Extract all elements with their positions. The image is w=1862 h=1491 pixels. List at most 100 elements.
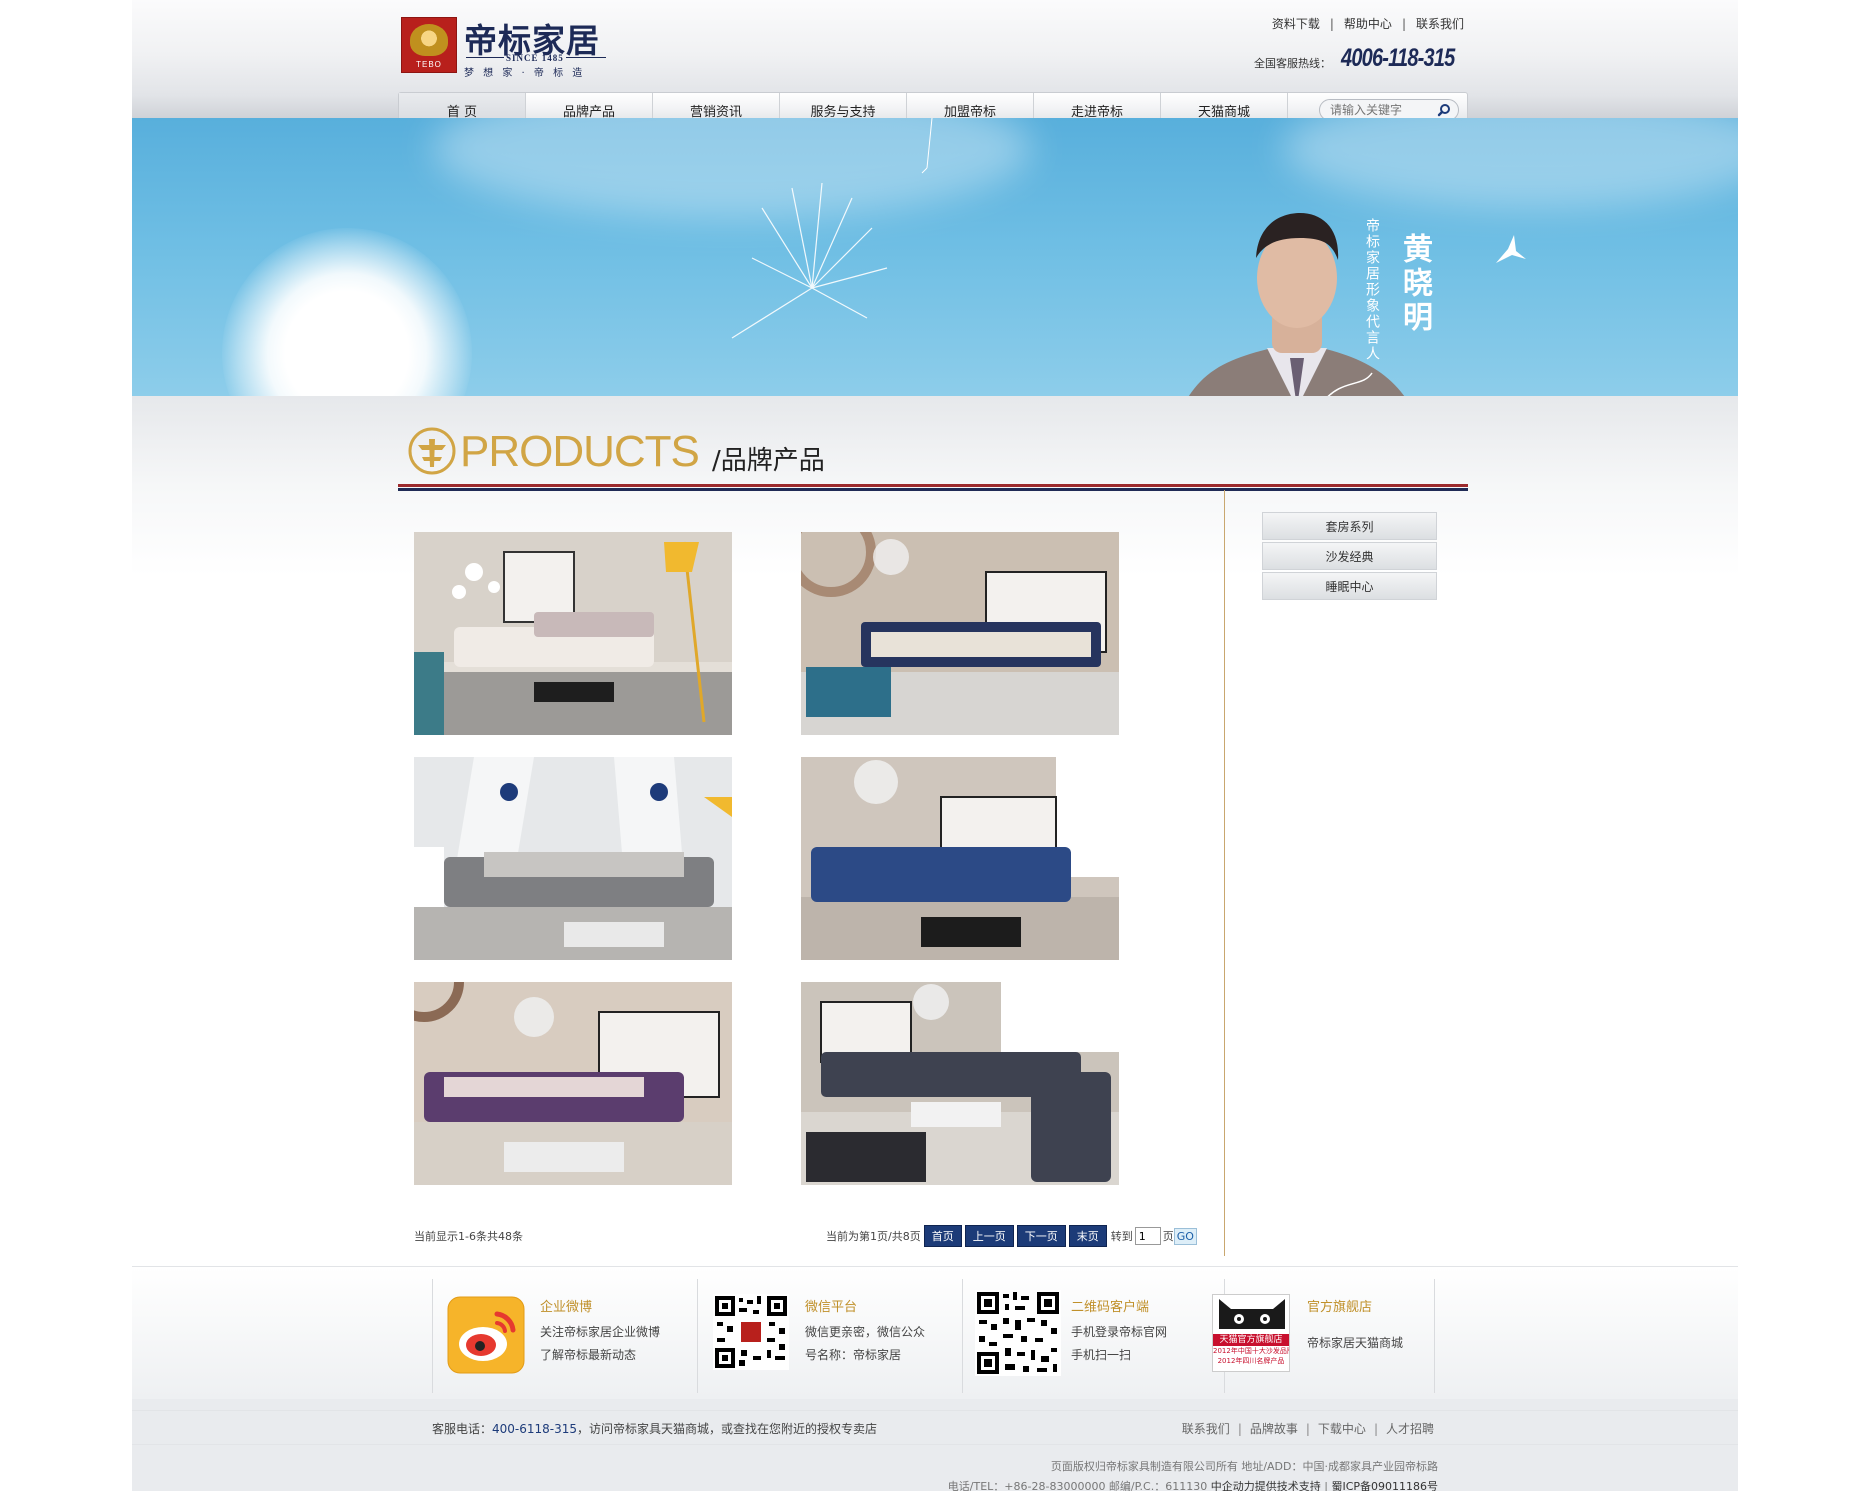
service-line: 客服电话：400-6118-315，访问帝标家具天猫商城，或查找在您附近的授权专… (432, 1420, 877, 1437)
footer-text-line: 号名称：帝标家居 (805, 1348, 902, 1362)
client-qr-code-icon (975, 1290, 1061, 1376)
product-image (801, 532, 1119, 735)
tmall-badge-title: 天猫官方旗舰店 (1213, 1334, 1289, 1346)
footer-text-line: 手机扫一扫 (1071, 1348, 1132, 1362)
cloud-shape (1282, 118, 1738, 208)
spokesperson-title: 帝标家居形象代言人 (1364, 218, 1380, 362)
pager-status: 当前为第1页/共8页 (826, 1230, 921, 1243)
brand-emblem-icon (408, 427, 456, 475)
tech-support-link[interactable]: 中企动力提供技术支持 (1211, 1480, 1321, 1491)
copyright-line: 电话/TEL：+86-28-83000000 邮编/P.C.：611130 中企… (948, 1478, 1438, 1491)
brand-since: SINCE 1485 (506, 53, 564, 63)
separator: | (1324, 1480, 1328, 1491)
icp-link[interactable]: 蜀ICP备09011186号 (1331, 1480, 1438, 1491)
bottom-link-story[interactable]: 品牌故事 (1250, 1422, 1298, 1436)
footer-wechat-title[interactable]: 微信平台 (805, 1296, 857, 1315)
copyright-line: 页面版权归帝标家具制造有限公司所有 地址/ADD：中国·成都家具产业园帝标路 (1050, 1460, 1438, 1473)
footer-divider (432, 1279, 433, 1393)
hotline-label: 全国客服热线： (1254, 57, 1331, 70)
product-thumbnail[interactable] (414, 982, 732, 1185)
section-title-cn: /品牌产品 (712, 446, 825, 476)
product-image (801, 982, 1119, 1185)
footer-wechat-text: 微信更亲密，微信公众 号名称：帝标家居 (805, 1321, 945, 1367)
footer-qr-title[interactable]: 二维码客户端 (1071, 1296, 1149, 1315)
pager-next-button[interactable]: 下一页 (1016, 1225, 1066, 1247)
pager-prev-button[interactable]: 上一页 (964, 1225, 1014, 1247)
tmall-cat-icon (1219, 1299, 1285, 1329)
logo-divider (466, 57, 504, 58)
product-thumbnail[interactable] (801, 532, 1119, 735)
footer-text-line: 手机登录帝标官网 (1071, 1325, 1168, 1339)
product-image (414, 757, 732, 960)
bottom-link-jobs[interactable]: 人才招聘 (1386, 1422, 1434, 1436)
section-title-en: PRODUCTS (460, 427, 700, 476)
product-thumbnail[interactable] (414, 532, 732, 735)
logo-text: TEBO (416, 60, 442, 69)
side-menu-item-sleep[interactable]: 睡眠中心 (1262, 572, 1437, 600)
wechat-qr-code-icon (713, 1294, 789, 1370)
footer-weibo-text: 关注帝标家居企业微博 了解帝标最新动态 (540, 1321, 680, 1367)
service-phone: 400-6118-315 (492, 1422, 578, 1436)
separator: | (1305, 1422, 1310, 1436)
bottom-links: 联系我们 | 品牌故事 | 下载中心 | 人才招聘 (1182, 1420, 1434, 1437)
dandelion-seed-icon (731, 182, 888, 339)
search-input[interactable] (1320, 100, 1430, 120)
top-links: 资料下载 | 帮助中心 | 联系我们 (1272, 15, 1464, 32)
side-menu-item-sofa[interactable]: 沙发经典 (1262, 542, 1437, 570)
service-suffix[interactable]: ，访问帝标家具天猫商城，或查找在您附近的授权专卖店 (577, 1422, 877, 1436)
title-rule (398, 484, 1468, 487)
bottom-link-contact[interactable]: 联系我们 (1182, 1422, 1230, 1436)
pager-page-suffix: 页 (1162, 1230, 1174, 1243)
footer-weibo-title[interactable]: 企业微博 (540, 1296, 592, 1315)
product-image (414, 982, 732, 1185)
hero-banner[interactable]: 帝标家居形象代言人 黄晓明 (132, 118, 1738, 396)
footer-divider (697, 1279, 698, 1393)
logo[interactable]: TEBO (401, 17, 457, 73)
product-thumbnail[interactable] (801, 757, 1119, 960)
side-menu: 套房系列 沙发经典 睡眠中心 (1262, 512, 1437, 602)
pager-goto-label: 转到 (1110, 1230, 1133, 1243)
spokesperson-name: 黄晓明 (1397, 233, 1432, 335)
bird-icon (1496, 235, 1526, 263)
product-image (801, 757, 1119, 960)
logo-emblem-icon (410, 24, 448, 56)
copyright-contact: 电话/TEL：+86-28-83000000 邮编/P.C.：611130 (947, 1480, 1208, 1491)
seed-icon (921, 118, 933, 174)
toplink-download[interactable]: 资料下载 (1272, 17, 1320, 31)
footer-qr-text: 手机登录帝标官网 手机扫一扫 (1071, 1321, 1211, 1367)
tmall-badge-line: 2012年中国十大沙发品牌 (1213, 1347, 1290, 1355)
pager-go-button[interactable]: GO (1173, 1227, 1197, 1245)
pager-summary: 当前显示1-6条共48条 (414, 1230, 523, 1243)
title-rule (398, 488, 1468, 491)
footer-rule (132, 1444, 1738, 1445)
footer-text-line: 了解帝标最新动态 (540, 1348, 637, 1362)
footer-text-line: 关注帝标家居企业微博 (540, 1325, 661, 1339)
side-menu-item-suites[interactable]: 套房系列 (1262, 512, 1437, 540)
weibo-icon[interactable] (447, 1296, 525, 1374)
footer-divider (962, 1279, 963, 1393)
footer-text-line: 帝标家居天猫商城 (1307, 1336, 1404, 1350)
tmall-badge-line: 2012年四川名牌产品 (1217, 1357, 1285, 1365)
toplink-help[interactable]: 帮助中心 (1344, 17, 1392, 31)
pager: 当前为第1页/共8页 首页 上一页 下一页 末页 转到 页 GO (826, 1225, 1197, 1247)
product-thumbnail[interactable] (414, 757, 732, 960)
footer-tmall-title[interactable]: 官方旗舰店 (1307, 1296, 1372, 1315)
toplink-contact[interactable]: 联系我们 (1416, 17, 1464, 31)
separator: | (1329, 17, 1334, 31)
product-thumbnail[interactable] (801, 982, 1119, 1185)
separator: | (1373, 1422, 1378, 1436)
search-icon[interactable] (1437, 103, 1451, 117)
logo-divider (566, 57, 606, 58)
brand-slogan: 梦 想 家 · 帝 标 造 (464, 68, 586, 79)
dandelion-image (222, 228, 472, 396)
pager-first-button[interactable]: 首页 (923, 1225, 962, 1247)
footer-rule (132, 1410, 1738, 1411)
bottom-link-download[interactable]: 下载中心 (1318, 1422, 1366, 1436)
footer-text-line: 微信更亲密，微信公众 (805, 1325, 926, 1339)
pager-last-button[interactable]: 末页 (1068, 1225, 1107, 1247)
pager-goto-input[interactable] (1134, 1227, 1161, 1245)
service-prefix: 客服电话： (432, 1422, 493, 1436)
tmall-store-badge[interactable]: 天猫官方旗舰店 2012年中国十大沙发品牌 2012年四川名牌产品 (1212, 1294, 1290, 1372)
product-image (414, 532, 732, 735)
column-divider (1224, 490, 1225, 1256)
